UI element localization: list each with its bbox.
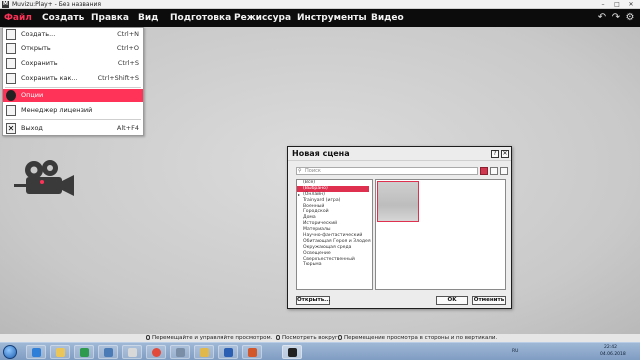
window-title: Muvizu:Play+ - Без названия	[12, 1, 102, 8]
redo-icon[interactable]: ↷	[610, 11, 622, 25]
paint-icon[interactable]	[122, 345, 142, 359]
options-icon	[6, 90, 16, 101]
hint-text: Посмотреть вокруг.	[282, 335, 340, 341]
category-list[interactable]: (Все) (Выбрано) ▸ (Онлайн) Trainyard (игр…	[296, 179, 373, 290]
hint-look: Посмотреть вокруг.	[276, 334, 340, 342]
menu-item-shortcut: Ctrl+N	[117, 30, 139, 38]
app-logo-icon: M	[2, 1, 9, 8]
hint-pan: Перемещение просмотра в стороны и по вер…	[338, 334, 497, 342]
new-file-icon	[6, 29, 16, 40]
menu-tools[interactable]: Инструменты	[297, 9, 367, 27]
menu-create[interactable]: Создать	[42, 9, 84, 27]
dialog-close-button[interactable]: ✕	[501, 150, 509, 158]
search-placeholder: Поиск	[305, 168, 321, 174]
start-button[interactable]	[3, 345, 17, 359]
search-icon: ⚲	[298, 168, 302, 174]
muvizu-icon[interactable]	[282, 345, 302, 359]
menu-edit[interactable]: Правка	[91, 9, 129, 27]
windows-taskbar: RU 22:42 04.06.2018	[0, 342, 640, 360]
folder-icon[interactable]	[194, 345, 214, 359]
help-button[interactable]: ?	[491, 150, 499, 158]
menu-item-create[interactable]: Создать... Ctrl+N	[3, 28, 143, 41]
clock-time[interactable]: 22:42	[604, 345, 617, 350]
menu-item-label: Открыть	[21, 44, 51, 52]
window-titlebar: M Muvizu:Play+ - Без названия – □ ✕	[0, 0, 640, 9]
window-controls: – □ ✕	[596, 0, 638, 9]
menu-item-open[interactable]: Открыть Ctrl+O	[3, 42, 143, 55]
save-as-icon	[6, 73, 16, 84]
dialog-header: Новая сцена ? ✕	[288, 147, 511, 161]
media-player-icon[interactable]	[74, 345, 94, 359]
list-item-label: (Онлайн)	[303, 191, 325, 197]
maximize-button[interactable]: □	[610, 0, 624, 9]
menu-item-shortcut: Alt+F4	[116, 124, 139, 132]
control-panel-icon[interactable]	[98, 345, 118, 359]
view-list-button[interactable]	[500, 167, 508, 175]
menu-item-shortcut: Ctrl+O	[116, 44, 139, 52]
ok-button[interactable]: OK	[436, 296, 468, 305]
mouse-icon	[146, 335, 150, 340]
menu-item-label: Создать...	[21, 30, 56, 38]
settings-icon[interactable]: ⚙	[624, 11, 636, 25]
word-icon[interactable]	[218, 345, 238, 359]
mouse-icon	[276, 335, 280, 340]
settings-icon[interactable]	[170, 345, 190, 359]
menu-item-label: Выход	[21, 124, 43, 132]
menu-separator	[5, 87, 141, 88]
cancel-button[interactable]: Отменить	[472, 296, 506, 305]
explorer-icon[interactable]	[50, 345, 70, 359]
hint-text: Перемещение просмотра в стороны и по вер…	[344, 335, 498, 341]
scene-preview-panel	[375, 179, 506, 290]
open-button[interactable]: Открыть...	[296, 296, 330, 305]
hint-text: Перемещайте и управляйте просмотром.	[152, 335, 273, 341]
menu-item-shortcut: Ctrl+Shift+S	[97, 74, 139, 82]
ie-icon[interactable]	[26, 345, 46, 359]
hint-move: Перемещайте и управляйте просмотром.	[146, 334, 272, 342]
scene-thumbnail[interactable]	[377, 181, 419, 222]
view-large-icons-button[interactable]	[480, 167, 488, 175]
menu-directing[interactable]: Режиссура	[234, 9, 291, 27]
language-indicator[interactable]: RU	[512, 349, 518, 354]
license-lock-icon	[6, 105, 16, 116]
menu-preparation[interactable]: Подготовка	[170, 9, 231, 27]
menu-item-options[interactable]: Опции	[3, 89, 143, 102]
menu-item-exit[interactable]: ✕ Выход Alt+F4	[3, 122, 143, 135]
movie-camera-icon	[14, 160, 74, 196]
menu-item-save-as[interactable]: Сохранить как... Ctrl+Shift+S	[3, 72, 143, 85]
menu-item-save[interactable]: Сохранить Ctrl+S	[3, 57, 143, 70]
open-file-icon	[6, 43, 16, 54]
minimize-button[interactable]: –	[596, 0, 610, 9]
dialog-title: Новая сцена	[292, 149, 350, 158]
search-input[interactable]: ⚲ Поиск	[296, 167, 478, 175]
menu-item-license-manager[interactable]: Менеджер лицензий	[3, 104, 143, 117]
undo-icon[interactable]: ↶	[596, 11, 608, 25]
toolbar-right: ↶ ↷ ⚙	[596, 11, 636, 25]
menu-item-label: Опции	[21, 91, 44, 99]
menu-video[interactable]: Видео	[371, 9, 404, 27]
menu-item-label: Сохранить как...	[21, 74, 78, 82]
mouse-icon	[338, 335, 342, 340]
file-dropdown-menu: Создать... Ctrl+N Открыть Ctrl+O Сохрани…	[2, 27, 144, 136]
list-item[interactable]: Тюрьма	[297, 262, 372, 268]
hint-bar: Перемещайте и управляйте просмотром. Пос…	[0, 334, 640, 342]
menu-separator	[5, 119, 141, 120]
save-icon	[6, 58, 16, 69]
menu-item-label: Сохранить	[21, 59, 58, 67]
menu-item-label: Менеджер лицензий	[21, 106, 93, 114]
new-scene-dialog: Новая сцена ? ✕ ⚲ Поиск (Все) (Выбрано) …	[287, 146, 512, 309]
main-menubar: Файл Создать Правка Вид Подготовка Режис…	[0, 9, 640, 27]
menu-item-shortcut: Ctrl+S	[117, 59, 139, 67]
exit-icon: ✕	[6, 123, 16, 134]
menu-view[interactable]: Вид	[138, 9, 158, 27]
clock-date[interactable]: 04.06.2018	[600, 352, 626, 357]
chrome-icon[interactable]	[146, 345, 166, 359]
menu-file[interactable]: Файл	[4, 9, 32, 27]
view-small-icons-button[interactable]	[490, 167, 498, 175]
powerpoint-icon[interactable]	[242, 345, 262, 359]
close-window-button[interactable]: ✕	[624, 0, 638, 9]
